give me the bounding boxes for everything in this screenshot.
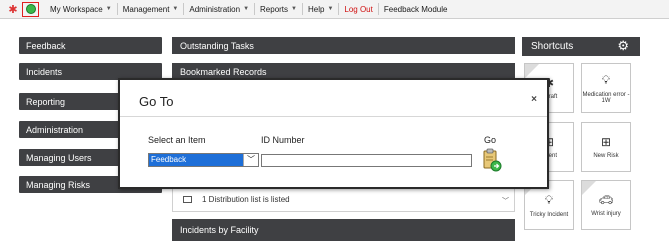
menu-my-workspace[interactable]: My Workspace ▼ <box>45 3 118 15</box>
chevron-down-icon: ▼ <box>243 6 250 12</box>
logo-icon[interactable]: ✱ <box>6 2 20 16</box>
panel-title: Outstanding Tasks <box>180 40 254 51</box>
logout-link[interactable]: Log Out <box>339 3 379 15</box>
go-to-icon[interactable] <box>22 1 39 17</box>
id-number-label: ID Number <box>261 135 305 145</box>
outstanding-tasks-panel[interactable]: Outstanding Tasks <box>172 37 515 54</box>
panel-title: Incidents by Facility <box>180 225 259 235</box>
nav-label: Managing Risks <box>26 179 91 190</box>
plus-box-icon: ⊞ <box>600 135 612 149</box>
nav-label: Incidents <box>26 66 63 77</box>
select-item-label: Select an Item <box>148 135 206 145</box>
dialog-title: Go To <box>139 94 174 109</box>
car-icon: 🚗︎ <box>598 193 614 207</box>
nav-label: Managing Users <box>26 152 92 163</box>
menu-help[interactable]: Help ▼ <box>303 3 340 15</box>
id-number-input[interactable] <box>261 154 472 167</box>
gear-icon[interactable]: ⚙ <box>617 39 629 53</box>
menu-label: Management <box>122 4 170 14</box>
menu-feedback-module[interactable]: Feedback Module <box>379 3 453 15</box>
go-button[interactable] <box>482 148 502 172</box>
distribution-list-row[interactable]: 1 Distribution list is listed ﹀ <box>172 187 515 212</box>
selected-item-value: Feedback <box>149 154 243 166</box>
chevron-down-icon: ▼ <box>172 6 179 12</box>
shortcut-tile[interactable]: 🚗︎ Wrist injury <box>581 180 631 230</box>
tile-label: Wrist injury <box>591 211 621 217</box>
chevron-down-icon: ▼ <box>291 6 297 12</box>
tile-label: Tricky Incident <box>529 211 569 218</box>
chevron-down-icon: ▼ <box>327 6 334 12</box>
menu-label: My Workspace <box>50 4 103 14</box>
menu-label: Administration <box>189 4 241 14</box>
menu-reports[interactable]: Reports ▼ <box>255 3 303 15</box>
tile-label: Medication error - 1W <box>582 91 630 104</box>
lightbulb-icon: 💡︎ <box>544 192 554 207</box>
distribution-text: 1 Distribution list is listed <box>202 195 290 204</box>
go-label: Go <box>484 135 497 145</box>
go-to-dialog: Go To × Select an Item ID Number Go Feed… <box>118 78 549 189</box>
list-icon <box>183 196 192 203</box>
panel-title: Bookmarked Records <box>180 66 267 77</box>
nav-label: Administration <box>26 124 84 135</box>
dialog-divider <box>120 116 547 117</box>
item-type-select[interactable]: Feedback ﹀ <box>148 153 259 167</box>
shortcut-tile[interactable]: 💡︎ Medication error - 1W <box>581 63 631 113</box>
menu-management[interactable]: Management ▼ <box>118 3 185 15</box>
chevron-down-icon: ▼ <box>105 6 112 12</box>
ribbon-icon <box>525 64 539 78</box>
menu-label: Help <box>307 4 325 14</box>
incidents-by-facility-panel[interactable]: Incidents by Facility <box>172 219 515 241</box>
nav-label: Reporting <box>26 96 66 107</box>
chevron-down-icon[interactable]: ﹀ <box>502 196 509 206</box>
shortcuts-header: Shortcuts ⚙ <box>522 37 640 56</box>
close-icon[interactable]: × <box>531 94 537 105</box>
menu-label: Log Out <box>344 4 373 14</box>
ribbon-icon <box>582 181 596 195</box>
top-toolbar: ✱ My Workspace ▼ Management ▼ Administrati… <box>0 0 669 19</box>
tile-label: New Risk <box>593 153 619 159</box>
shortcut-tile[interactable]: ⊞ New Risk <box>581 122 631 172</box>
nav-feedback[interactable]: Feedback <box>19 37 162 54</box>
lightbulb-icon: 💡︎ <box>601 72 611 87</box>
menu-label: Reports <box>260 4 289 14</box>
chevron-down-icon[interactable]: ﹀ <box>243 154 258 166</box>
menu-label: Feedback Module <box>383 4 448 14</box>
shortcuts-title: Shortcuts <box>531 41 574 52</box>
nav-label: Feedback <box>26 40 66 51</box>
menu-administration[interactable]: Administration ▼ <box>184 3 256 15</box>
